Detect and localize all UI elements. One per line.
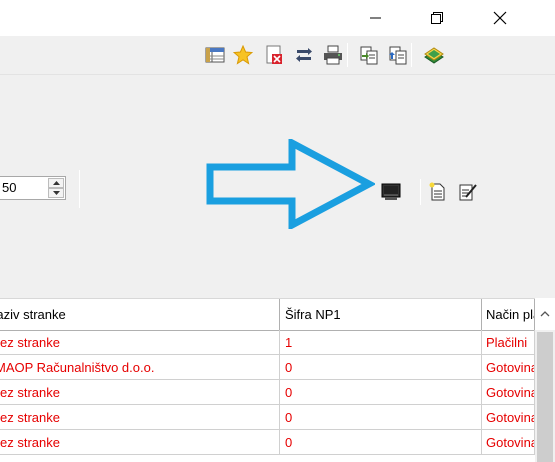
grid-icon[interactable]	[205, 45, 225, 65]
print-icon[interactable]	[323, 45, 343, 65]
copy-icon[interactable]	[359, 45, 379, 65]
cell-code: 1	[280, 330, 482, 355]
cell-name: Brez stranke	[0, 410, 60, 425]
star-icon[interactable]	[233, 45, 253, 65]
spinner-up-button[interactable]	[48, 178, 64, 188]
chevron-down-icon	[52, 191, 60, 195]
cell-payment: Plačilni	[482, 330, 535, 355]
grid-header: Naziv stranke Šifra NP1 Način plačila	[0, 298, 555, 331]
customer-grid: Naziv stranke Šifra NP1 Način plačila Br…	[0, 298, 555, 462]
column-header-name[interactable]: Naziv stranke	[0, 299, 280, 331]
minimize-button[interactable]	[353, 0, 399, 36]
column-header-code[interactable]: Šifra NP1	[280, 299, 482, 331]
title-bar	[0, 0, 555, 36]
cell-code: 0	[280, 355, 482, 380]
column-header-name-label: Naziv stranke	[0, 307, 66, 322]
close-icon	[493, 11, 507, 25]
filter-panel: 50	[0, 74, 555, 298]
arrow-pointer-icon	[206, 139, 375, 229]
spinner-down-button[interactable]	[48, 188, 64, 198]
restore-icon	[431, 12, 443, 24]
table-row[interactable]: Brez stranke 0 Gotovina	[0, 430, 535, 455]
toolbar-separator	[411, 43, 412, 67]
cell-code: 0	[280, 405, 482, 430]
cell-name: Brez stranke	[0, 335, 60, 350]
minimize-icon	[370, 17, 381, 19]
cell-code: 0	[280, 380, 482, 405]
book-icon[interactable]	[424, 45, 444, 65]
new-document-icon[interactable]	[428, 182, 448, 202]
table-row[interactable]: Brez stranke 0 Gotovina	[0, 405, 535, 430]
cell-payment: Gotovina	[482, 405, 535, 430]
cell-name: Brez stranke	[0, 435, 60, 450]
column-header-payment[interactable]: Način plačila	[482, 299, 535, 331]
cell-payment: Gotovina	[482, 380, 535, 405]
vertical-scrollbar[interactable]	[535, 298, 555, 462]
table-row[interactable]: Brez stranke 1 Plačilni	[0, 330, 535, 355]
number-spinner[interactable]: 50	[0, 176, 66, 200]
edit-icon[interactable]	[458, 182, 478, 202]
chevron-up-icon	[52, 181, 60, 185]
spinner-value[interactable]: 50	[2, 180, 16, 195]
toolbar-separator	[347, 43, 348, 67]
refresh-icon[interactable]	[294, 45, 314, 65]
column-header-payment-label: Način plačila	[486, 307, 534, 322]
chevron-up-icon	[540, 311, 550, 317]
table-row[interactable]: MAOP Računalništvo d.o.o. 0 Gotovina	[0, 355, 535, 380]
monitor-icon[interactable]	[381, 182, 401, 202]
action-separator	[420, 179, 421, 205]
toolbar	[0, 36, 555, 74]
column-header-code-label: Šifra NP1	[285, 307, 341, 322]
table-row[interactable]: Brez stranke 0 Gotovina	[0, 380, 535, 405]
panel-separator	[79, 170, 80, 208]
paste-icon[interactable]	[388, 45, 408, 65]
cell-name: MAOP Računalništvo d.o.o.	[0, 360, 155, 375]
cell-payment: Gotovina	[482, 355, 535, 380]
cell-name: Brez stranke	[0, 385, 60, 400]
scrollbar-thumb[interactable]	[537, 332, 553, 462]
close-button[interactable]	[477, 0, 523, 36]
cell-payment: Gotovina	[482, 430, 535, 455]
cell-code: 0	[280, 430, 482, 455]
scroll-up-button[interactable]	[535, 298, 555, 330]
delete-document-icon[interactable]	[264, 45, 284, 65]
restore-button[interactable]	[414, 0, 460, 36]
